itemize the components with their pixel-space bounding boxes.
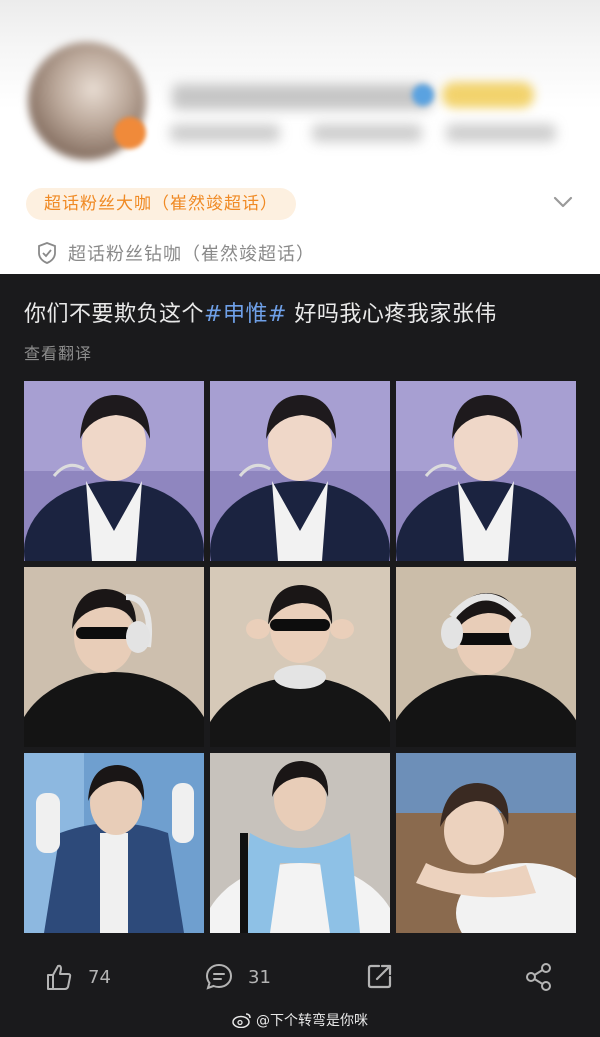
hashtag-link[interactable]: #申惟# xyxy=(204,302,287,327)
post-text: 你们不要欺负这个#申惟# 好吗我心疼我家张伟 xyxy=(24,296,584,328)
shield-icon xyxy=(38,242,56,264)
comment-count: 31 xyxy=(248,966,271,988)
repost-button[interactable] xyxy=(366,962,408,990)
thumbs-up-icon xyxy=(47,964,72,990)
photo-tile[interactable] xyxy=(24,381,204,561)
post-text-start: 你们不要欺负这个 xyxy=(24,302,205,327)
diamond-badge-label: 超话粉丝钻咖（崔然竣超话） xyxy=(68,244,315,265)
username-blurred[interactable] xyxy=(172,84,432,110)
photo-tile[interactable] xyxy=(396,753,576,933)
share-icon xyxy=(526,963,551,991)
share-button[interactable] xyxy=(524,962,568,992)
photo-grid xyxy=(24,381,576,933)
profile-card: 超话粉丝大咖（崔然竣超话） 超话粉丝钻咖（崔然竣超话） xyxy=(0,0,600,274)
diamond-badge-row: 超话粉丝钻咖（崔然竣超话） xyxy=(36,240,315,266)
vip-badge xyxy=(442,82,534,108)
watermark: @下个转弯是你咪 xyxy=(0,1010,600,1030)
stat-blurred xyxy=(446,124,556,142)
repost-icon xyxy=(367,964,392,989)
like-count: 74 xyxy=(88,966,111,988)
photo-tile[interactable] xyxy=(210,753,390,933)
watermark-text: @下个转弯是你咪 xyxy=(256,1013,368,1029)
weibo-icon xyxy=(232,1013,251,1028)
translate-link[interactable]: 查看翻译 xyxy=(24,340,92,364)
stat-blurred xyxy=(170,124,280,142)
action-bar: 74 31 xyxy=(0,950,600,1006)
stat-blurred xyxy=(312,124,422,142)
avatar-badge xyxy=(114,117,146,149)
photo-tile[interactable] xyxy=(210,567,390,747)
verified-icon xyxy=(412,84,434,106)
photo-tile[interactable] xyxy=(24,567,204,747)
like-button[interactable]: 74 xyxy=(44,962,111,992)
photo-tile[interactable] xyxy=(396,381,576,561)
photo-tile[interactable] xyxy=(396,567,576,747)
fan-badge[interactable]: 超话粉丝大咖（崔然竣超话） xyxy=(26,188,296,220)
photo-tile[interactable] xyxy=(210,381,390,561)
photo-tile[interactable] xyxy=(24,753,204,933)
post-text-end: 好吗我心疼我家张伟 xyxy=(286,302,497,327)
comment-button[interactable]: 31 xyxy=(204,962,271,992)
chevron-down-icon[interactable] xyxy=(552,194,574,210)
comment-icon xyxy=(205,963,233,990)
